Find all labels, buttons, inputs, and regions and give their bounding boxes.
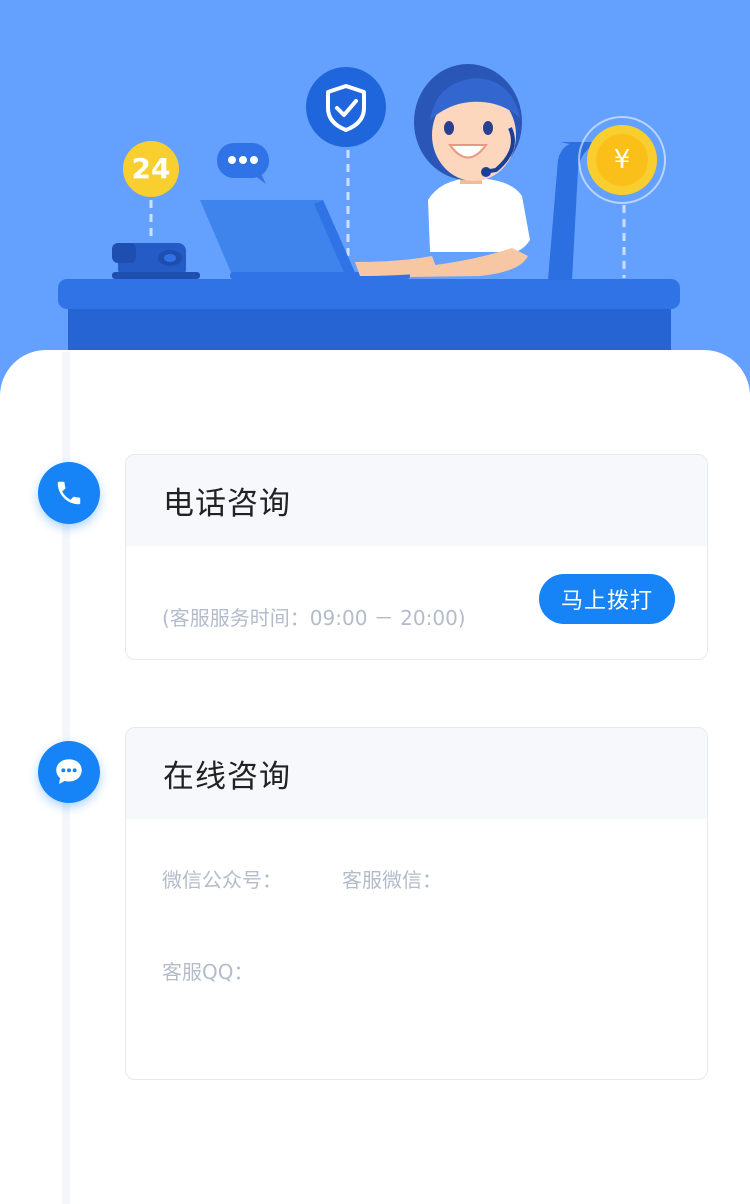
speech-bubble-icon — [217, 143, 269, 184]
phone-card-title: 电话咨询 — [163, 486, 291, 522]
phone-consult-card: 电话咨询 (客服服务时间：09:00 － 20:00) 马上拨打 — [125, 454, 708, 660]
online-card-title: 在线咨询 — [163, 759, 291, 795]
online-consult-card: 在线咨询 微信公众号： 客服微信： 客服QQ： — [125, 727, 708, 1080]
call-now-button[interactable]: 马上拨打 — [539, 574, 675, 624]
service-wechat-label: 客服微信： — [342, 868, 442, 892]
coin-symbol: ¥ — [613, 145, 631, 175]
badge-24-label: 24 — [131, 152, 171, 185]
shield-icon — [306, 67, 386, 147]
chat-node — [38, 741, 100, 803]
chat-icon — [56, 759, 82, 785]
service-hours-text: (客服服务时间：09:00 － 20:00) — [162, 606, 466, 630]
phone-icon — [57, 481, 81, 505]
telephone-icon — [112, 243, 200, 279]
phone-card-header: 电话咨询 — [126, 455, 707, 546]
wechat-public-label: 微信公众号： — [162, 868, 282, 892]
online-card-header: 在线咨询 — [126, 728, 707, 819]
hero-illustration: 24 ¥ — [0, 0, 750, 400]
desk-top — [58, 279, 680, 309]
service-qq-label: 客服QQ： — [162, 960, 254, 984]
phone-node — [38, 462, 100, 524]
